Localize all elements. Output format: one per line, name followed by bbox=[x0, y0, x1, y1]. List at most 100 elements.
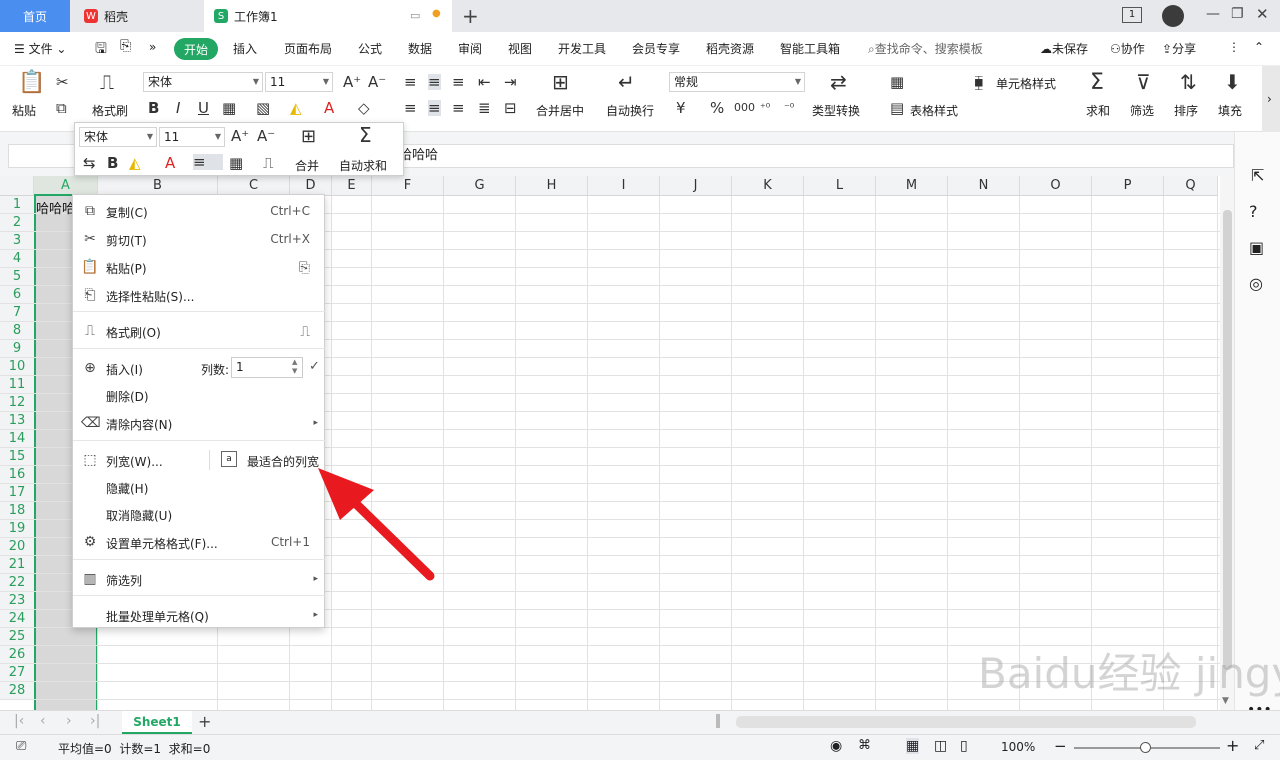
pointer-icon[interactable]: ⇱ bbox=[1251, 166, 1264, 185]
column-header[interactable]: Q bbox=[1164, 176, 1218, 196]
restore-icon[interactable]: ❐ bbox=[1231, 6, 1244, 22]
stepper-icon[interactable]: ▲ ▼ bbox=[292, 358, 297, 376]
row-header[interactable]: 15 bbox=[0, 448, 34, 466]
menu-insert[interactable]: 插入 bbox=[233, 40, 257, 57]
unsaved-button[interactable]: ☁未保存 bbox=[1040, 40, 1088, 57]
decrease-font-icon[interactable]: A⁻ bbox=[368, 74, 386, 90]
row-header[interactable]: 10 bbox=[0, 358, 34, 376]
row-header[interactable]: 6 bbox=[0, 286, 34, 304]
row-header[interactable]: 20 bbox=[0, 538, 34, 556]
column-header[interactable]: L bbox=[804, 176, 876, 196]
row-header[interactable]: 19 bbox=[0, 520, 34, 538]
column-header[interactable]: P bbox=[1092, 176, 1164, 196]
menu-cut[interactable]: ✂ 剪切(T) Ctrl+X bbox=[73, 227, 326, 251]
normal-view-icon[interactable]: ▦ bbox=[906, 738, 920, 754]
column-header[interactable]: B bbox=[98, 176, 218, 196]
column-header[interactable]: C bbox=[218, 176, 290, 196]
border-icon[interactable]: ▦ bbox=[222, 100, 236, 116]
menu-member[interactable]: 会员专享 bbox=[632, 40, 680, 57]
avatar[interactable] bbox=[1162, 5, 1184, 27]
column-header[interactable]: O bbox=[1020, 176, 1092, 196]
column-header[interactable]: I bbox=[588, 176, 660, 196]
row-header[interactable]: 26 bbox=[0, 646, 34, 664]
row-header[interactable]: 4 bbox=[0, 250, 34, 268]
row-header[interactable]: 21 bbox=[0, 556, 34, 574]
copy-icon[interactable]: ⧉ bbox=[56, 100, 67, 116]
fill-icon[interactable]: ⬇ bbox=[1224, 72, 1241, 92]
column-header[interactable]: H bbox=[516, 176, 588, 196]
row-header[interactable]: 7 bbox=[0, 304, 34, 322]
increase-decimal-icon[interactable]: ⁺⁰ bbox=[760, 100, 770, 116]
cell-a1[interactable]: 哈哈哈 bbox=[36, 198, 75, 217]
zoom-in-icon[interactable]: + bbox=[1226, 736, 1239, 755]
merge-center-icon[interactable]: ⊞ bbox=[552, 72, 569, 92]
zoom-level[interactable]: 100% bbox=[1001, 740, 1035, 754]
window-count-icon[interactable]: 1 bbox=[1122, 7, 1142, 23]
type-convert-icon[interactable]: ⇄ bbox=[830, 72, 847, 92]
row-header[interactable]: 1 bbox=[0, 196, 34, 214]
zoom-out-icon[interactable]: − bbox=[1054, 737, 1067, 755]
mini-align-icon[interactable]: ≡ bbox=[193, 154, 223, 170]
row-header[interactable]: 18 bbox=[0, 502, 34, 520]
menu-start[interactable]: 开始 bbox=[174, 38, 218, 60]
collapse-ribbon-icon[interactable]: ⌃ bbox=[1254, 40, 1264, 54]
fullscreen-icon[interactable]: ⤢ bbox=[1254, 738, 1264, 753]
mini-border-icon[interactable]: ▦ bbox=[229, 155, 243, 171]
formula-input[interactable]: 哈哈哈 bbox=[390, 144, 1234, 168]
row-header[interactable]: 24 bbox=[0, 610, 34, 628]
column-header[interactable]: N bbox=[948, 176, 1020, 196]
painter-option-icon[interactable]: ⎍ bbox=[300, 324, 310, 340]
align-left-icon[interactable]: ≡ bbox=[404, 100, 417, 116]
column-header[interactable]: F bbox=[372, 176, 444, 196]
mini-autosum-button[interactable]: 自动求和 bbox=[339, 157, 387, 174]
format-painter-icon[interactable]: ⎍ bbox=[100, 72, 114, 92]
menu-paste-special[interactable]: ⎗ 选择性粘贴(S)... bbox=[73, 283, 326, 307]
zoom-slider-knob[interactable] bbox=[1140, 742, 1151, 753]
row-header[interactable]: 5 bbox=[0, 268, 34, 286]
column-header[interactable]: D bbox=[290, 176, 332, 196]
filter-button[interactable]: 筛选 bbox=[1130, 102, 1154, 119]
menu-filter-column[interactable]: ▥ 筛选列 ▸ bbox=[73, 567, 326, 591]
horizontal-scroll-thumb[interactable] bbox=[736, 716, 1196, 728]
row-header[interactable]: 17 bbox=[0, 484, 34, 502]
menu-page-layout[interactable]: 页面布局 bbox=[284, 40, 332, 57]
page-view-icon[interactable]: ◫ bbox=[934, 738, 947, 754]
menu-format-cells[interactable]: ⚙ 设置单元格格式(F)... Ctrl+1 bbox=[73, 530, 326, 554]
row-header[interactable]: 25 bbox=[0, 628, 34, 646]
menu-daoke-resources[interactable]: 稻壳资源 bbox=[706, 40, 754, 57]
mini-bold-icon[interactable]: B bbox=[107, 155, 118, 171]
more-icon[interactable]: ⋮ bbox=[1228, 40, 1240, 54]
menu-smart-toolbox[interactable]: 智能工具箱 bbox=[780, 40, 840, 57]
select-all-corner[interactable] bbox=[0, 176, 34, 196]
wrap-text-icon[interactable]: ↵ bbox=[618, 72, 635, 92]
menu-formula[interactable]: 公式 bbox=[358, 40, 382, 57]
menu-review[interactable]: 审阅 bbox=[458, 40, 482, 57]
type-convert-button[interactable]: 类型转换 bbox=[812, 102, 860, 119]
row-header[interactable]: 11 bbox=[0, 376, 34, 394]
currency-icon[interactable]: ¥ bbox=[676, 100, 686, 116]
share-button[interactable]: ⇪分享 bbox=[1162, 40, 1196, 57]
column-header[interactable]: G bbox=[444, 176, 516, 196]
increase-font-icon[interactable]: A⁺ bbox=[343, 74, 361, 90]
number-format-select[interactable]: 常规 ▼ bbox=[669, 72, 805, 92]
row-header[interactable]: 3 bbox=[0, 232, 34, 250]
outdent-icon[interactable]: ⇤ bbox=[478, 74, 491, 90]
underline-icon[interactable]: U bbox=[198, 100, 209, 116]
row-header[interactable]: 2 bbox=[0, 214, 34, 232]
row-header[interactable]: 28 bbox=[0, 682, 34, 700]
image-tool-icon[interactable]: ▣ bbox=[1249, 238, 1264, 257]
clear-format-icon[interactable]: ◇ bbox=[358, 100, 370, 116]
sort-icon[interactable]: ⇅ bbox=[1180, 72, 1197, 92]
menu-col-width[interactable]: ⬚ 列宽(W)... a 最适合的列宽 bbox=[73, 448, 326, 472]
mini-painter-icon[interactable]: ⎍ bbox=[263, 155, 274, 171]
help-icon[interactable]: ? bbox=[1249, 202, 1258, 221]
sheet-tab[interactable]: Sheet1 bbox=[122, 711, 192, 734]
decrease-decimal-icon[interactable]: ⁻⁰ bbox=[784, 100, 794, 116]
mini-merge-button[interactable]: 合并 bbox=[295, 157, 319, 174]
format-painter-button[interactable]: 格式刷 bbox=[92, 102, 128, 119]
more-chevron-icon[interactable]: » bbox=[149, 40, 156, 54]
layout-icon[interactable]: ⌘ bbox=[858, 738, 871, 753]
mini-font-color-icon[interactable]: A bbox=[165, 155, 175, 171]
align-middle-icon[interactable]: ≡ bbox=[428, 74, 441, 90]
page-break-icon[interactable]: ▯ bbox=[960, 738, 968, 754]
